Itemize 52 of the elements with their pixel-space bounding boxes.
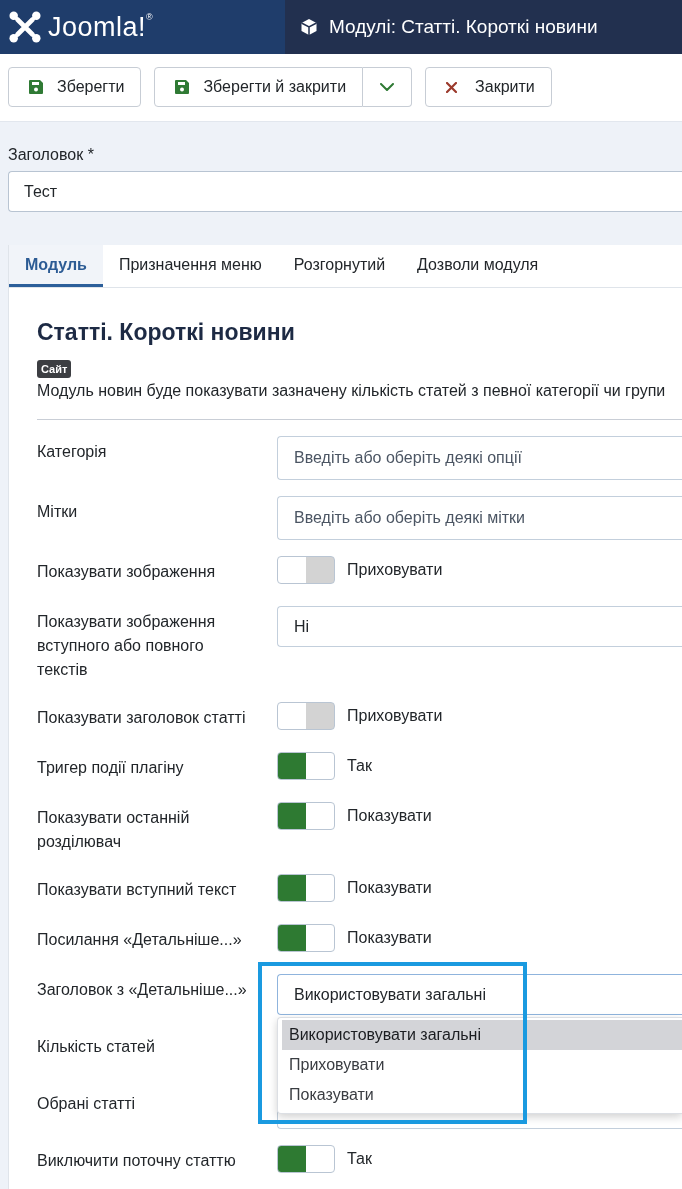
toggle-switch[interactable] xyxy=(277,874,335,902)
field-label: Виключити поточну статтю xyxy=(37,1151,236,1171)
field-label: Заголовок з «Детальніше...» xyxy=(37,980,247,1000)
field-label: Кількість статей xyxy=(37,1037,155,1057)
module-heading: Статті. Короткі новини xyxy=(37,318,296,346)
toggle-state-label: Показувати xyxy=(347,928,432,948)
save-close-button[interactable]: Зберегти й закрити xyxy=(154,67,364,107)
field-label: Показувати останній розділювач xyxy=(37,808,191,852)
save-button[interactable]: Зберегти xyxy=(8,67,142,107)
field-label: Показувати заголовок статті xyxy=(37,708,246,728)
field-label: Обрані статті xyxy=(37,1094,136,1114)
toggle-switch[interactable] xyxy=(277,1145,335,1173)
cube-icon xyxy=(300,18,318,36)
close-button[interactable]: Закрити xyxy=(425,67,552,107)
save-icon xyxy=(175,80,190,94)
toggle-state-label: Так xyxy=(347,756,372,776)
field-label: Тригер події плагіну xyxy=(37,758,184,778)
tab[interactable]: Модуль xyxy=(9,245,103,287)
toggle-switch[interactable] xyxy=(277,556,335,584)
title-input[interactable]: Тест xyxy=(8,171,682,212)
select-field[interactable]: Використовувати загальні xyxy=(277,974,682,1015)
toggle-switch[interactable] xyxy=(277,702,335,730)
toggle-switch[interactable] xyxy=(277,802,335,830)
search-select-field[interactable]: Введіть або оберіть деякі опції xyxy=(277,436,682,480)
field-label: Показувати вступний текст xyxy=(37,880,237,900)
select-field[interactable]: Ні xyxy=(277,606,682,647)
chevron-down-icon xyxy=(380,83,395,91)
module-description: Модуль новин буде показувати зазначену кількість статей з певної категорії чи групи xyxy=(37,381,667,401)
toggle-state-label: Показувати xyxy=(347,806,432,826)
toggle-state-label: Приховувати xyxy=(347,560,443,580)
toggle-switch[interactable] xyxy=(277,924,335,952)
field-label: Посилання «Детальніше...» xyxy=(37,930,242,950)
toggle-state-label: Так xyxy=(347,1149,372,1169)
search-select-field[interactable]: Введіть або оберіть деякі мітки xyxy=(277,496,682,540)
dropdown-toggle-button[interactable] xyxy=(363,67,413,107)
page-title: Модулі: Статті. Короткі новини xyxy=(329,15,598,39)
field-label: Мітки xyxy=(37,502,78,522)
save-icon xyxy=(29,80,43,94)
toggle-state-label: Показувати xyxy=(347,878,432,898)
logo-icon xyxy=(9,11,41,43)
field-label: Показувати зображення xyxy=(37,562,216,582)
dropdown-option[interactable]: Використовувати загальні xyxy=(282,1020,682,1050)
field-label: Заголовок * xyxy=(8,145,95,165)
field-label: Категорія xyxy=(37,442,107,462)
toggle-switch[interactable] xyxy=(277,752,335,780)
dropdown-option[interactable]: Приховувати xyxy=(282,1050,682,1080)
field-label: Показувати зображення вступного або повного текстів xyxy=(37,612,217,680)
logo-text: Joomla!$^{®}$ xyxy=(48,11,154,43)
dropdown-option[interactable]: Показувати xyxy=(282,1080,682,1110)
location-badge: Сайт xyxy=(37,360,72,378)
toggle-state-label: Приховувати xyxy=(347,706,443,726)
close-icon xyxy=(446,81,458,93)
